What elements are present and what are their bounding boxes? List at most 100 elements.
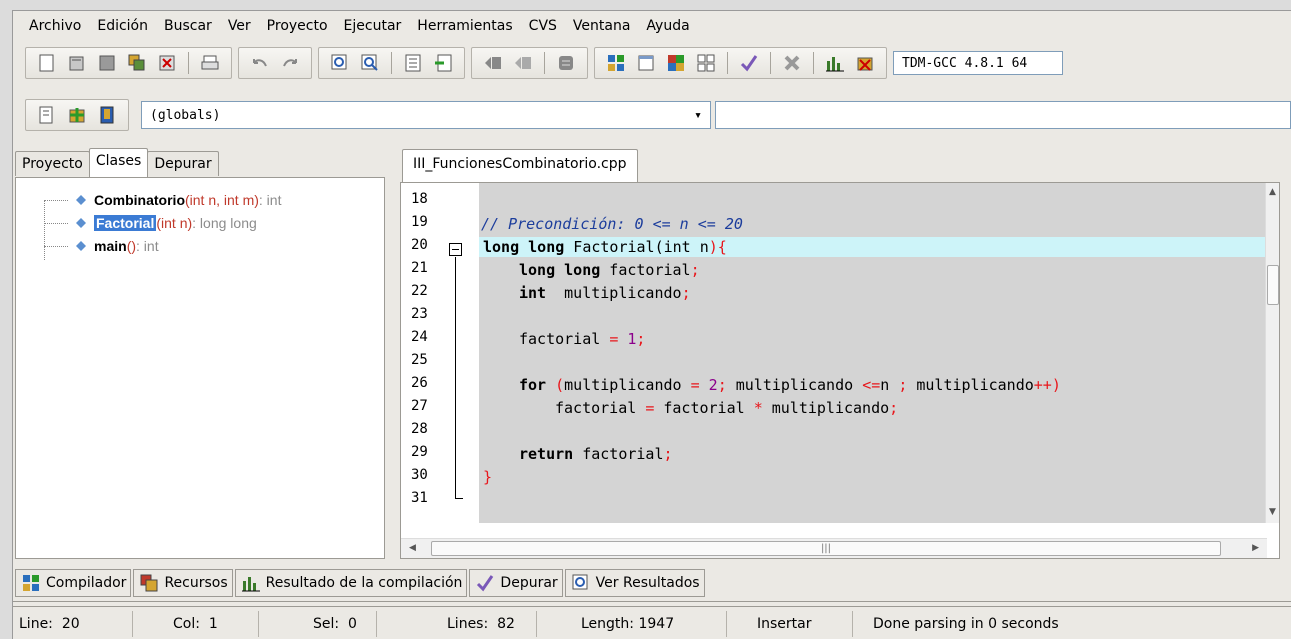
- next-bookmark-icon[interactable]: [512, 52, 534, 74]
- class-toolbar-group: [25, 99, 129, 131]
- layout-icon[interactable]: [695, 52, 717, 74]
- editor-file-tab[interactable]: III_FuncionesCombinatorio.cpp: [402, 149, 638, 183]
- tab-ver-resultados[interactable]: Ver Resultados: [564, 569, 705, 597]
- goto-line-icon[interactable]: [432, 52, 454, 74]
- menu-herramientas[interactable]: Herramientas: [417, 18, 512, 34]
- status-col: Col: 1: [133, 611, 259, 637]
- status-label: Line:: [19, 616, 53, 632]
- check-syntax-icon[interactable]: [738, 52, 760, 74]
- line-number: 29: [411, 444, 428, 460]
- scroll-down-icon[interactable]: ▼: [1269, 507, 1276, 517]
- code-keyword: for: [519, 376, 547, 394]
- tab-recursos[interactable]: Recursos: [133, 569, 233, 597]
- code-keyword: long long: [483, 238, 565, 256]
- code-line-30: }: [479, 467, 1267, 487]
- code-editor[interactable]: 18 19 20 21 22 23 24 25 26 27 28 29 30 3…: [400, 182, 1280, 559]
- tab-label: Ver Resultados: [595, 575, 700, 591]
- menu-proyecto[interactable]: Proyecto: [267, 18, 328, 34]
- menu-ayuda[interactable]: Ayuda: [646, 18, 689, 34]
- horizontal-scroll-thumb[interactable]: |||: [431, 541, 1221, 556]
- horizontal-scrollbar[interactable]: ◀ ||| ▶: [401, 538, 1267, 558]
- code-symbol: =: [645, 399, 655, 417]
- goto-declaration-icon[interactable]: [36, 104, 58, 126]
- profile-delete-icon[interactable]: [854, 52, 876, 74]
- toggle-bookmark-icon[interactable]: [555, 52, 577, 74]
- function-params: (int n, int m): [185, 192, 259, 208]
- code-line-20: long long Factorial(int n){: [479, 237, 1267, 257]
- status-value: 82: [497, 616, 515, 632]
- code-text-area[interactable]: // Precondición: 0 <= n <= 20 long long …: [479, 183, 1267, 523]
- toggle-panel-icon[interactable]: [96, 104, 118, 126]
- scope-combo[interactable]: (globals) ▾: [141, 101, 711, 129]
- toolbar-separator: [770, 52, 771, 74]
- fold-toggle-icon[interactable]: [449, 243, 462, 256]
- function-icon: [76, 218, 86, 228]
- line-number: 18: [411, 191, 428, 207]
- compiler-select[interactable]: TDM-GCC 4.8.1 64: [893, 51, 1063, 75]
- undo-icon[interactable]: [249, 52, 271, 74]
- status-label: Length:: [581, 616, 635, 632]
- close-file-icon[interactable]: [156, 52, 178, 74]
- stop-icon[interactable]: [781, 52, 803, 74]
- code-symbol: }: [483, 468, 493, 486]
- status-value: 1: [208, 616, 218, 632]
- print-icon[interactable]: [199, 52, 221, 74]
- function-icon: [76, 241, 86, 251]
- code-line-21: long long factorial;: [479, 260, 1267, 280]
- tab-depurar[interactable]: Depurar: [147, 151, 219, 176]
- indent-icon[interactable]: [402, 52, 424, 74]
- output-panel-divider[interactable]: [13, 601, 1291, 607]
- menu-ejecutar[interactable]: Ejecutar: [344, 18, 402, 34]
- scroll-left-icon[interactable]: ◀: [409, 543, 416, 553]
- tree-item-factorial[interactable]: Factorial (int n) : long long: [76, 212, 257, 234]
- code-text: n: [880, 376, 899, 394]
- symbol-combo[interactable]: [715, 101, 1291, 129]
- tab-compilador[interactable]: Compilador: [15, 569, 132, 597]
- tree-item-main[interactable]: main () : int: [76, 235, 159, 257]
- tree-item-combinatorio[interactable]: Combinatorio (int n, int m) : int: [76, 189, 281, 211]
- line-number: 23: [411, 306, 428, 322]
- vertical-scroll-thumb[interactable]: [1267, 265, 1279, 305]
- tab-resultado-compilacion[interactable]: Resultado de la compilación: [234, 569, 468, 597]
- code-text: Factorial(: [564, 238, 664, 256]
- replace-icon[interactable]: [359, 52, 381, 74]
- tree-connector: [44, 200, 68, 201]
- new-project-icon[interactable]: [605, 52, 627, 74]
- left-panel-tabs: Proyecto Clases Depurar: [15, 146, 219, 177]
- save-icon[interactable]: [96, 52, 118, 74]
- insert-icon[interactable]: [66, 104, 88, 126]
- tab-proyecto[interactable]: Proyecto: [15, 151, 90, 176]
- compile-chart-icon[interactable]: [824, 52, 846, 74]
- project-toolbar-group: [594, 47, 887, 79]
- menu-ventana[interactable]: Ventana: [573, 18, 631, 34]
- tab-label: Resultado de la compilación: [265, 575, 463, 591]
- find-icon: [570, 572, 592, 594]
- search-toolbar-group: [318, 47, 465, 79]
- redo-icon[interactable]: [279, 52, 301, 74]
- tab-clases[interactable]: Clases: [88, 148, 149, 177]
- menu-archivo[interactable]: Archivo: [29, 18, 81, 34]
- compiler-icon: [20, 572, 42, 594]
- scroll-up-icon[interactable]: ▲: [1269, 187, 1276, 197]
- find-icon[interactable]: [329, 52, 351, 74]
- save-all-icon[interactable]: [126, 52, 148, 74]
- scroll-right-icon[interactable]: ▶: [1252, 543, 1259, 553]
- fold-guide: [455, 257, 456, 498]
- prev-bookmark-icon[interactable]: [482, 52, 504, 74]
- tab-label: Compilador: [46, 575, 127, 591]
- line-number: 31: [411, 490, 428, 506]
- menu-buscar[interactable]: Buscar: [164, 18, 212, 34]
- toolbar-separator: [727, 52, 728, 74]
- resources-icon[interactable]: [665, 52, 687, 74]
- menu-edicion[interactable]: Edición: [97, 18, 148, 34]
- new-file-icon[interactable]: [36, 52, 58, 74]
- tab-depurar-output[interactable]: Depurar: [469, 569, 563, 597]
- open-file-icon[interactable]: [66, 52, 88, 74]
- menu-ver[interactable]: Ver: [228, 18, 251, 34]
- menu-cvs[interactable]: CVS: [529, 18, 557, 34]
- window-icon[interactable]: [635, 52, 657, 74]
- chart-icon: [240, 572, 262, 594]
- code-text: multiplicando: [762, 399, 890, 417]
- chevron-down-icon[interactable]: ▾: [694, 108, 702, 123]
- vertical-scrollbar[interactable]: ▲ ▼: [1265, 183, 1279, 523]
